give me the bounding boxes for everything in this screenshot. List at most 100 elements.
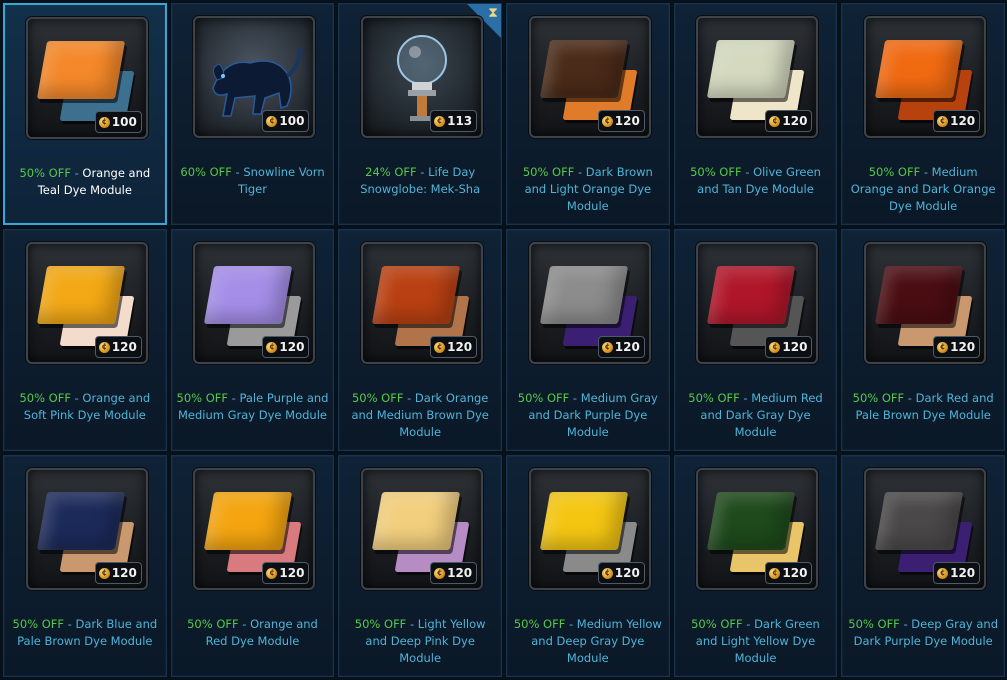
dye-module-icon: ¢ 120 [696, 242, 819, 364]
cartel-coin-icon: ¢ [937, 567, 949, 579]
discount-text: 50% OFF [868, 165, 921, 179]
cartel-coin-icon: ¢ [434, 115, 446, 127]
dye-primary-swatch [204, 266, 293, 324]
market-item-tile[interactable]: ¢ 120 50% OFF - Orange and Red Dye Module [170, 455, 335, 677]
hourglass-icon: ⧗ [488, 5, 498, 21]
cartel-coin-icon: ¢ [937, 341, 949, 353]
cartel-coin-icon: ¢ [266, 341, 278, 353]
cartel-coin-icon: ¢ [434, 341, 446, 353]
dye-module-icon: ¢ 120 [528, 468, 651, 590]
item-label: 50% OFF - Medium Red and Dark Gray Dye M… [679, 390, 833, 441]
discount-text: 50% OFF [522, 165, 575, 179]
price-value: 120 [279, 566, 305, 580]
discount-text: 50% OFF [176, 391, 229, 405]
dye-module-icon: ¢ 120 [361, 468, 484, 590]
price-value: 120 [614, 566, 640, 580]
price-tag: ¢ 120 [933, 336, 981, 358]
market-item-tile[interactable]: ¢ 120 50% OFF - Medium Orange and Dark Ora… [841, 3, 1005, 225]
label-separator: - [228, 391, 240, 405]
dye-primary-swatch [372, 492, 461, 550]
price-tag: ¢ 120 [262, 562, 310, 584]
label-separator: - [569, 391, 581, 405]
price-tag: ¢ 120 [765, 110, 813, 132]
dye-primary-swatch [36, 492, 125, 550]
discount-text: 50% OFF [513, 617, 566, 631]
price-tag: ¢ 100 [262, 110, 310, 132]
dye-primary-swatch [539, 492, 628, 550]
price-tag: ¢ 120 [765, 336, 813, 358]
price-value: 120 [614, 114, 640, 128]
discount-text: 50% OFF [12, 617, 65, 631]
price-tag: ¢ 120 [933, 562, 981, 584]
dye-module-icon: ¢ 120 [25, 468, 148, 590]
dye-primary-swatch [707, 492, 796, 550]
market-item-tile[interactable]: ¢ 100 60% OFF - Snowline Vorn Tiger [170, 3, 335, 225]
market-item-tile[interactable]: ¢ 120 50% OFF - Dark Blue and Pale Brown D… [3, 455, 167, 677]
dye-module-icon: ¢ 120 [193, 468, 316, 590]
price-value: 100 [279, 114, 305, 128]
dye-primary-swatch [372, 266, 461, 324]
label-separator: - [742, 617, 755, 631]
market-item-tile[interactable]: ¢ 120 50% OFF - Dark Green and Light Yello… [673, 455, 838, 677]
label-separator: - [739, 391, 752, 405]
item-label: 50% OFF - Dark Green and Light Yellow Dy… [679, 616, 833, 667]
discount-text: 50% OFF [848, 617, 900, 631]
discount-text: 50% OFF [187, 617, 239, 631]
cartel-coin-icon: ¢ [601, 115, 613, 127]
item-label: 24% OFF - Life Day Snowglobe: Mek-Sha [343, 164, 497, 198]
item-label: 60% OFF - Snowline Vorn Tiger [176, 164, 330, 198]
market-item-tile[interactable]: ⧗ ¢ 113 24% OFF - Life Day Snowglobe: Mek-S… [338, 3, 502, 225]
price-tag: ¢ 120 [262, 336, 310, 358]
market-item-tile[interactable]: ¢ 120 50% OFF - Dark Red and Pale Brown Dy… [841, 229, 1005, 451]
dye-primary-swatch [875, 40, 964, 98]
price-tag: ¢ 120 [430, 336, 478, 358]
item-label: 50% OFF - Orange and Teal Dye Module [9, 165, 161, 199]
discount-text: 50% OFF [351, 391, 404, 405]
discount-text: 50% OFF [691, 617, 743, 631]
price-value: 100 [111, 115, 137, 129]
dye-module-icon: ¢ 120 [528, 16, 651, 138]
market-item-tile[interactable]: ¢ 120 50% OFF - Medium Red and Dark Gray D… [673, 229, 838, 451]
price-value: 120 [111, 566, 137, 580]
price-value: 120 [447, 566, 473, 580]
item-label: 50% OFF - Dark Blue and Pale Brown Dye M… [8, 616, 162, 650]
market-item-tile[interactable]: ¢ 120 50% OFF - Dark Orange and Medium Bro… [338, 229, 502, 451]
item-label: 50% OFF - Medium Gray and Dark Purple Dy… [511, 390, 665, 441]
label-separator: - [574, 165, 586, 179]
discount-text: 60% OFF [180, 165, 232, 179]
price-tag: ¢ 120 [597, 110, 645, 132]
dye-primary-swatch [875, 266, 964, 324]
market-item-tile[interactable]: ¢ 120 50% OFF - Light Yellow and Deep Pink… [338, 455, 502, 677]
cartel-coin-icon: ¢ [937, 115, 949, 127]
label-separator: - [920, 165, 932, 179]
market-item-tile[interactable]: ¢ 120 50% OFF - Medium Gray and Dark Purpl… [506, 229, 670, 451]
price-value: 120 [950, 340, 976, 354]
market-item-tile[interactable]: ¢ 120 50% OFF - Olive Green and Tan Dye Mo… [673, 3, 838, 225]
discount-text: 50% OFF [19, 391, 71, 405]
price-tag: ¢ 113 [430, 110, 478, 132]
label-separator: - [70, 391, 83, 405]
market-item-tile[interactable]: ¢ 120 50% OFF - Medium Yellow and Deep Gra… [506, 455, 670, 677]
price-value: 120 [782, 114, 808, 128]
dye-primary-swatch [36, 266, 125, 324]
market-item-tile[interactable]: ¢ 120 50% OFF - Dark Brown and Light Orang… [506, 3, 670, 225]
price-value: 113 [447, 114, 473, 128]
item-label: 50% OFF - Medium Yellow and Deep Gray Dy… [511, 616, 665, 667]
price-tag: ¢ 100 [94, 111, 142, 133]
dye-primary-swatch [875, 492, 964, 550]
dye-module-icon: ¢ 120 [361, 242, 484, 364]
item-label: 50% OFF - Pale Purple and Medium Gray Dy… [176, 390, 330, 424]
cartel-market-grid: ¢ 100 50% OFF - Orange and Teal Dye Module… [0, 0, 1007, 680]
cartel-coin-icon: ¢ [769, 567, 781, 579]
dye-module-icon: ¢ 120 [528, 242, 651, 364]
market-item-tile[interactable]: ¢ 120 50% OFF - Orange and Soft Pink Dye M… [3, 229, 167, 451]
market-item-tile[interactable]: ¢ 120 50% OFF - Deep Gray and Dark Purple … [841, 455, 1005, 677]
snowglobe-icon: ¢ 113 [361, 16, 484, 138]
cartel-coin-icon: ¢ [266, 115, 278, 127]
market-item-tile[interactable]: ¢ 120 50% OFF - Pale Purple and Medium Gra… [170, 229, 335, 451]
label-separator: - [70, 166, 83, 180]
label-separator: - [64, 617, 76, 631]
market-item-tile[interactable]: ¢ 100 50% OFF - Orange and Teal Dye Module [3, 3, 167, 225]
cartel-coin-icon: ¢ [601, 567, 613, 579]
dye-module-icon: ¢ 120 [864, 242, 987, 364]
